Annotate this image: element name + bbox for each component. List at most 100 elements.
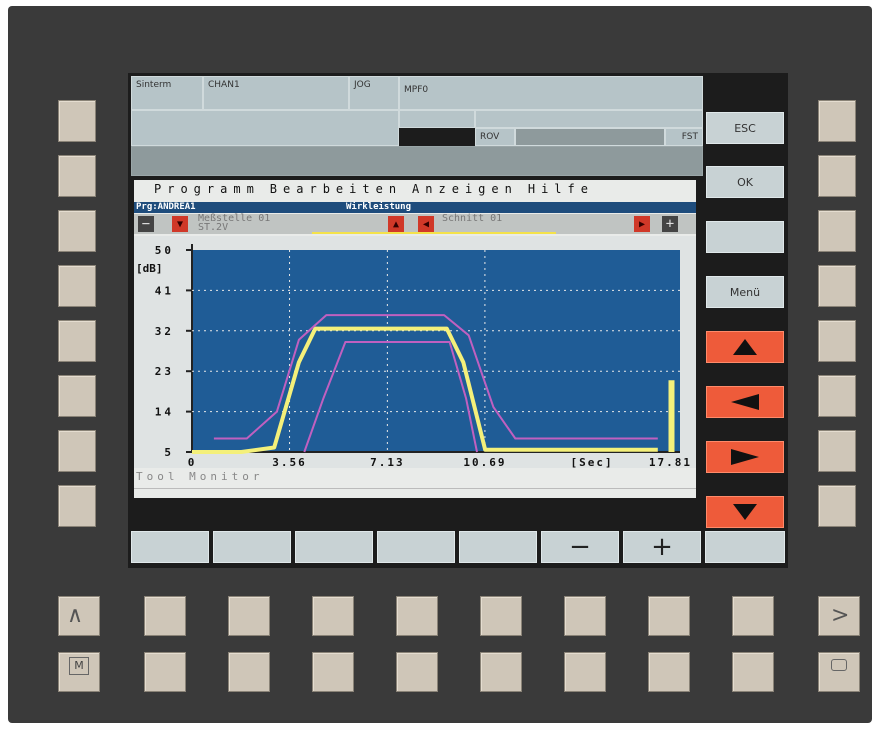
- hw-key-left-8[interactable]: [58, 485, 96, 527]
- plus-icon[interactable]: +: [662, 216, 678, 232]
- y-tick-label: 5: [164, 446, 174, 459]
- wirkleistung-chart: 50 41 32 23 14 5 [dB] 0 3.56 7.13 10.69 [Sec] 17.81: [136, 244, 692, 469]
- hw-key-recall[interactable]: ∧: [58, 596, 100, 636]
- x-tick-label: 17.81: [649, 456, 692, 468]
- hw-key-bottom-6[interactable]: [564, 596, 606, 636]
- header-app-name: Sinterm: [131, 76, 203, 110]
- header-row3: [131, 146, 703, 176]
- arrow-down-icon: [733, 504, 757, 520]
- hw-key-bottom-16[interactable]: [732, 652, 774, 692]
- hw-key-bottom-7[interactable]: [648, 596, 690, 636]
- arrow-left-icon: [731, 394, 759, 410]
- minus-icon[interactable]: −: [138, 216, 154, 232]
- softkey-bottom-3[interactable]: [295, 531, 373, 563]
- hw-key-menu-select[interactable]: [818, 652, 860, 692]
- hw-key-left-5[interactable]: [58, 320, 96, 362]
- y-tick-label: 14: [155, 406, 174, 419]
- menu-select-icon: [831, 659, 847, 671]
- plus-button[interactable]: +: [623, 531, 701, 563]
- menu-programm[interactable]: Programm: [154, 182, 260, 196]
- hw-key-bottom-15[interactable]: [648, 652, 690, 692]
- softkey-bottom-5[interactable]: [459, 531, 537, 563]
- hw-key-right-8[interactable]: [818, 485, 856, 527]
- status-line: Tool Monitor: [136, 470, 264, 483]
- hw-key-right-4[interactable]: [818, 265, 856, 307]
- menu-bar: Programm Bearbeiten Anzeigen Hilfe: [134, 180, 696, 198]
- right-arrow-button[interactable]: [706, 441, 784, 473]
- y-tick-label: 23: [155, 365, 174, 378]
- hw-key-right-6[interactable]: [818, 375, 856, 417]
- machine-icon: M: [69, 657, 89, 675]
- arrow-right-icon: [731, 449, 759, 465]
- hw-key-left-6[interactable]: [58, 375, 96, 417]
- header-row2-mid: [399, 110, 475, 128]
- menu-anzeigen[interactable]: Anzeigen: [412, 182, 518, 196]
- hw-key-bottom-9[interactable]: [144, 652, 186, 692]
- sensor-label: ST.2V: [198, 222, 229, 233]
- hw-key-right-7[interactable]: [818, 430, 856, 472]
- x-tick-label: [Sec]: [570, 456, 613, 468]
- hw-key-bottom-4[interactable]: [396, 596, 438, 636]
- hw-key-bottom-3[interactable]: [312, 596, 354, 636]
- menu-button[interactable]: Menü: [706, 276, 784, 308]
- hw-key-bottom-2[interactable]: [228, 596, 270, 636]
- control-bar: − ▼ Meßstelle 01 ST.2V ▲ ◀ Schnitt 01 ▶ …: [134, 213, 696, 234]
- hw-key-bottom-8[interactable]: [732, 596, 774, 636]
- softkey-bottom-8[interactable]: [705, 531, 785, 563]
- softkey-bottom-4[interactable]: [377, 531, 455, 563]
- minus-button[interactable]: −: [541, 531, 619, 563]
- hw-key-machine[interactable]: M: [58, 652, 100, 692]
- position-indicator: [312, 232, 556, 234]
- left-arrow-button[interactable]: [706, 386, 784, 418]
- y-tick-label: 50: [155, 244, 174, 257]
- hw-key-right-5[interactable]: [818, 320, 856, 362]
- triangle-up-icon[interactable]: ▲: [388, 216, 404, 232]
- hw-key-right-1[interactable]: [818, 100, 856, 142]
- x-tick-label: 3.56: [272, 456, 307, 468]
- cut-label: Schnitt 01: [442, 213, 503, 224]
- hw-key-bottom-14[interactable]: [564, 652, 606, 692]
- menu-hilfe[interactable]: Hilfe: [528, 182, 594, 196]
- hw-key-left-2[interactable]: [58, 155, 96, 197]
- x-tick-label: 7.13: [370, 456, 405, 468]
- ok-button[interactable]: OK: [706, 166, 784, 198]
- header-fst: FST: [665, 128, 703, 146]
- hw-key-bottom-11[interactable]: [312, 652, 354, 692]
- hw-key-right-2[interactable]: [818, 155, 856, 197]
- softkey-right-3[interactable]: [706, 221, 784, 253]
- hw-key-right-3[interactable]: [818, 210, 856, 252]
- hw-key-bottom-10[interactable]: [228, 652, 270, 692]
- menu-bearbeiten[interactable]: Bearbeiten: [270, 182, 402, 196]
- hw-key-bottom-5[interactable]: [480, 596, 522, 636]
- triangle-left-icon[interactable]: ◀: [418, 216, 434, 232]
- y-tick-label: 32: [155, 325, 174, 338]
- header-row2-left: [131, 110, 399, 146]
- softkey-bottom-2[interactable]: [213, 531, 291, 563]
- x-tick-label: 0: [188, 456, 197, 468]
- esc-button[interactable]: ESC: [706, 112, 784, 144]
- hw-key-left-3[interactable]: [58, 210, 96, 252]
- header-channel: CHAN1: [203, 76, 349, 110]
- hw-key-left-1[interactable]: [58, 100, 96, 142]
- y-tick-label: 41: [155, 284, 174, 297]
- softkey-bottom-1[interactable]: [131, 531, 209, 563]
- down-arrow-button[interactable]: [706, 496, 784, 528]
- header-mode: JOG: [349, 76, 399, 110]
- hw-key-left-4[interactable]: [58, 265, 96, 307]
- header-row2-top: [475, 110, 703, 128]
- hw-key-left-7[interactable]: [58, 430, 96, 472]
- up-arrow-button[interactable]: [706, 331, 784, 363]
- hw-key-bottom-13[interactable]: [480, 652, 522, 692]
- program-name: Prg:ANDREA1: [136, 202, 196, 212]
- triangle-right-icon[interactable]: ▶: [634, 216, 650, 232]
- hw-key-etc[interactable]: >: [818, 596, 860, 636]
- chart-area: 50 41 32 23 14 5 [dB] 0 3.56 7.13 10.69 [Sec] 17.81: [134, 236, 696, 469]
- triangle-down-icon[interactable]: ▼: [172, 216, 188, 232]
- hw-key-bottom-12[interactable]: [396, 652, 438, 692]
- y-axis-label: [dB]: [136, 262, 163, 275]
- info-bar: Prg:ANDREA1 Wirkleistung: [134, 202, 696, 213]
- header-program: MPF0: [399, 76, 703, 110]
- plot-title: Wirkleistung: [346, 202, 412, 212]
- hw-key-bottom-1[interactable]: [144, 596, 186, 636]
- chevron-up-icon: ∧: [67, 603, 84, 628]
